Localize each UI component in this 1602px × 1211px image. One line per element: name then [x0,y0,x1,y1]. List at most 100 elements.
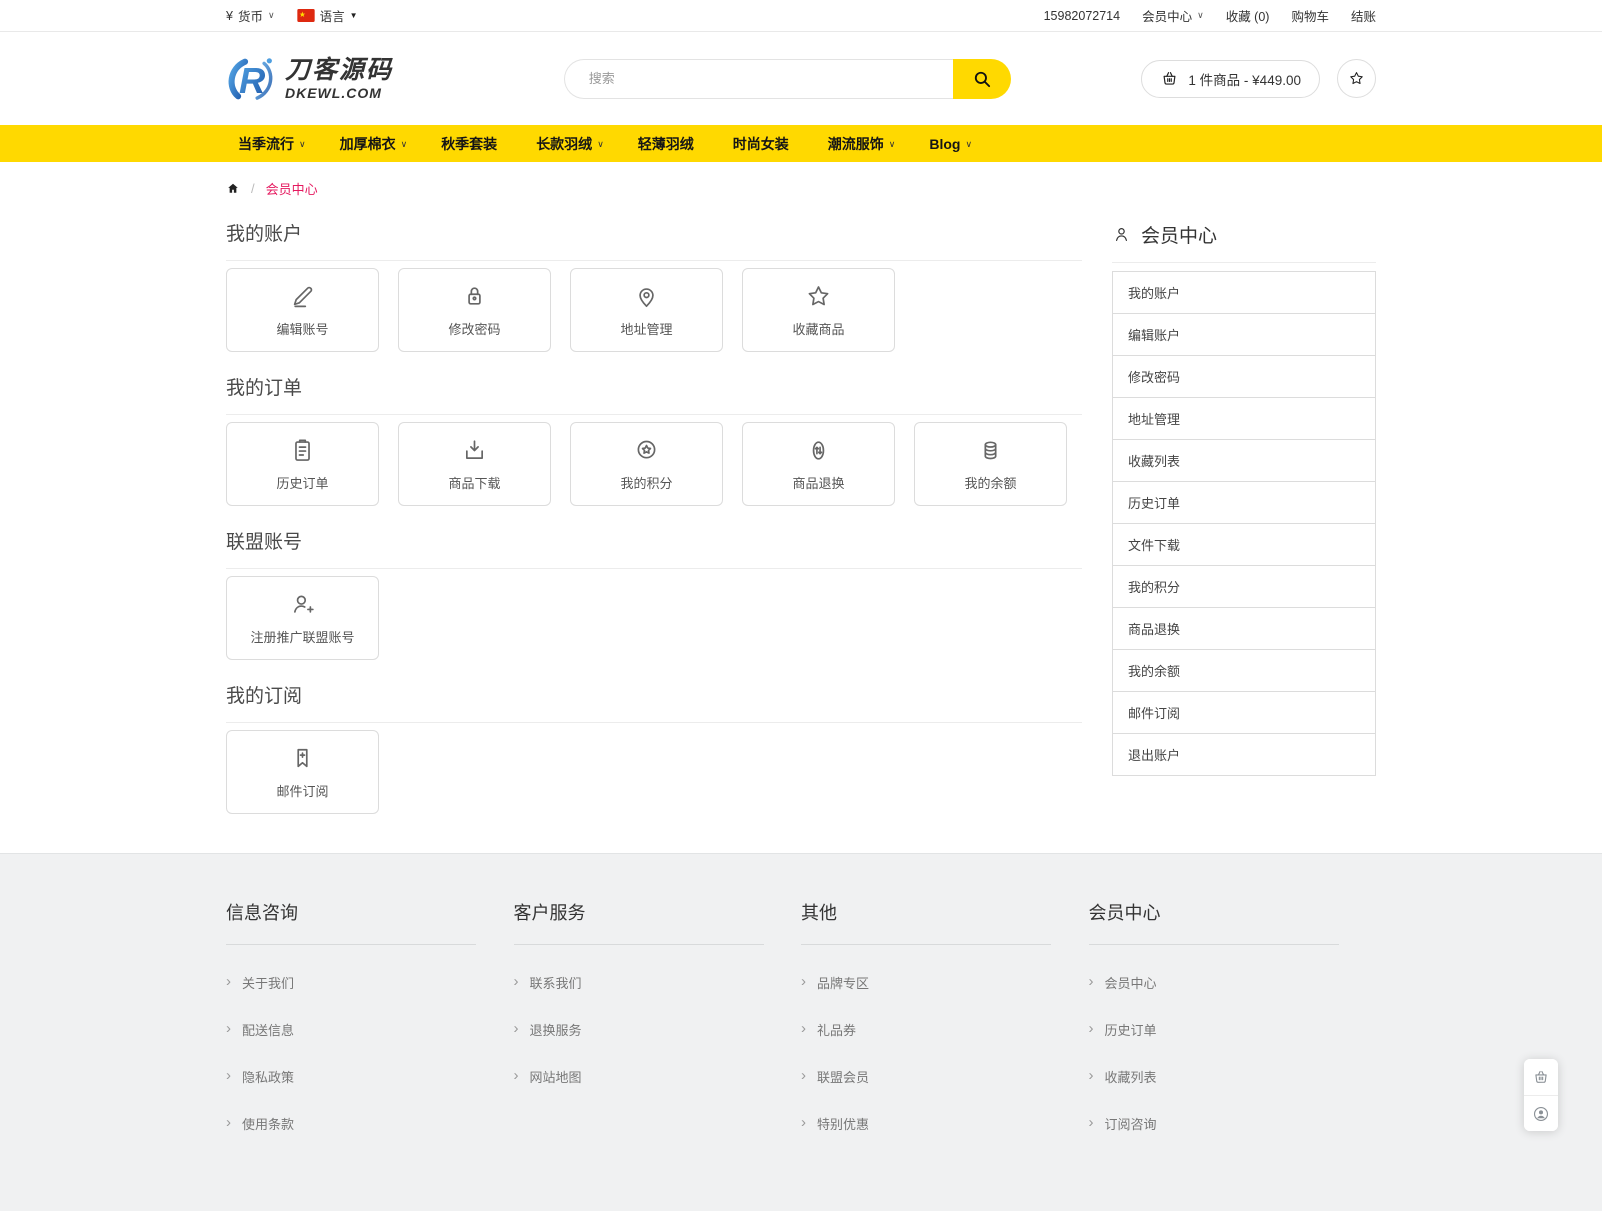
logo-swoosh-icon: R [226,54,278,104]
account-card[interactable]: 收藏商品 [742,268,895,352]
sidebar-item[interactable]: 商品退换 [1113,608,1375,650]
lock-icon [461,283,488,310]
nav-item[interactable]: 潮流服饰 ∨ [811,125,913,162]
nav-item-label: 时尚女装 [733,134,789,154]
card-label: 收藏商品 [792,319,844,338]
chevron-down-icon: ∨ [597,139,604,150]
chevron-down-icon: ∨ [1197,11,1204,20]
logo-subtitle: DKEWL.COM [285,86,393,100]
sidebar-item[interactable]: 我的余额 [1113,650,1375,692]
sidebar-item[interactable]: 地址管理 [1113,398,1375,440]
nav-item[interactable]: 当季流行 ∨ [226,125,323,162]
footer-link[interactable]: › 收藏列表 [1089,1067,1377,1086]
divider [1089,944,1339,945]
footer-link-label: 特别优惠 [817,1114,869,1133]
currency-selector[interactable]: ¥ 货币 ∨ [226,6,275,25]
nav-item[interactable]: 轻薄羽绒 [621,125,716,162]
basket-icon [1532,1068,1550,1086]
user-circle-icon [1532,1105,1550,1123]
footer-column-title: 会员中心 [1089,887,1377,944]
footer-link[interactable]: › 网站地图 [514,1067,802,1086]
account-card[interactable]: 编辑账号 [226,268,379,352]
footer-link-label: 礼品券 [817,1020,856,1039]
floating-cart-button[interactable] [1524,1059,1558,1095]
topbar-checkout[interactable]: 结账 [1351,6,1376,25]
sidebar-title: 会员中心 [1141,221,1217,248]
order-card[interactable]: 商品下载 [398,422,551,506]
order-card[interactable]: 商品退换 [742,422,895,506]
cart-summary-button[interactable]: 1 件商品 - ¥449.00 [1141,60,1320,98]
nav-item-label: Blog [929,136,960,152]
sidebar-item[interactable]: 邮件订阅 [1113,692,1375,734]
nav-item[interactable]: 时尚女装 [716,125,811,162]
sidebar-item[interactable]: 收藏列表 [1113,440,1375,482]
footer-link[interactable]: › 退换服务 [514,1020,802,1039]
topbar-wishlist[interactable]: 收藏 (0) [1226,6,1270,25]
chevron-right-icon: › [226,1115,231,1130]
order-card[interactable]: 我的积分 [570,422,723,506]
main-content: 我的账户 编辑账号 修改密码 地址管理 收藏商品 我的订单 [226,198,1082,814]
sidebar-item[interactable]: 我的账户 [1113,272,1375,314]
card-label: 商品下载 [448,473,500,492]
footer-link[interactable]: › 礼品券 [801,1020,1089,1039]
account-card[interactable]: 修改密码 [398,268,551,352]
bookmark-plus-icon [289,745,316,772]
reward-points-icon [633,437,660,464]
footer-link[interactable]: › 使用条款 [226,1114,514,1133]
sidebar-item[interactable]: 文件下载 [1113,524,1375,566]
footer-link[interactable]: › 特别优惠 [801,1114,1089,1133]
footer-link[interactable]: › 隐私政策 [226,1067,514,1086]
nav-item[interactable]: 长款羽绒 ∨ [519,125,621,162]
language-selector[interactable]: 语言 ▼ [297,6,358,25]
divider [801,944,1051,945]
affiliate-card[interactable]: 注册推广联盟账号 [226,576,379,660]
card-label: 商品退换 [792,473,844,492]
nav-item-label: 秋季套装 [441,134,497,154]
section-title-newsletter: 我的订阅 [226,660,1082,723]
footer-link[interactable]: › 品牌专区 [801,973,1089,992]
nav-item[interactable]: 秋季套装 [424,125,519,162]
chevron-right-icon: › [1089,1115,1094,1130]
breadcrumb-current[interactable]: 会员中心 [266,179,318,198]
chevron-right-icon: › [801,1115,806,1130]
china-flag-icon [297,9,315,22]
nav-item[interactable]: Blog ∨ [912,125,989,162]
chevron-right-icon: › [226,1021,231,1036]
footer-link[interactable]: › 订阅咨询 [1089,1114,1377,1133]
topbar-member-center[interactable]: 会员中心 ∨ [1142,6,1204,25]
account-card[interactable]: 地址管理 [570,268,723,352]
order-card[interactable]: 我的余额 [914,422,1067,506]
footer-link[interactable]: › 配送信息 [226,1020,514,1039]
topbar-cart[interactable]: 购物车 [1291,6,1329,25]
footer-link-label: 使用条款 [242,1114,294,1133]
footer-link[interactable]: › 会员中心 [1089,973,1377,992]
sidebar-item[interactable]: 退出账户 [1113,734,1375,775]
footer-link[interactable]: › 联盟会员 [801,1067,1089,1086]
footer-link[interactable]: › 关于我们 [226,973,514,992]
home-icon[interactable] [226,182,240,195]
section-title-affiliate: 联盟账号 [226,506,1082,569]
chevron-right-icon: › [514,1021,519,1036]
wishlist-button[interactable] [1337,59,1376,98]
footer-link[interactable]: › 联系我们 [514,973,802,992]
chevron-right-icon: › [1089,974,1094,989]
sidebar-item[interactable]: 编辑账户 [1113,314,1375,356]
nav-item[interactable]: 加厚棉衣 ∨ [323,125,425,162]
divider [226,944,476,945]
search-button[interactable] [953,59,1011,99]
order-card[interactable]: 历史订单 [226,422,379,506]
footer-link[interactable]: › 历史订单 [1089,1020,1377,1039]
sidebar-item[interactable]: 我的积分 [1113,566,1375,608]
footer-link-label: 隐私政策 [242,1067,294,1086]
newsletter-card[interactable]: 邮件订阅 [226,730,379,814]
footer-column-service: 客户服务 › 联系我们 › 退换服务 › 网站地图 [514,887,802,1133]
site-logo[interactable]: R 刀客源码 DKEWL.COM [226,54,393,104]
sidebar-item[interactable]: 修改密码 [1113,356,1375,398]
sidebar-item[interactable]: 历史订单 [1113,482,1375,524]
breadcrumb-separator: / [251,181,255,196]
footer-link-label: 订阅咨询 [1105,1114,1157,1133]
search-input[interactable] [564,59,953,99]
footer-column-member: 会员中心 › 会员中心 › 历史订单 › 收藏列表 › 订阅咨询 [1089,887,1377,1133]
logo-title: 刀客源码 [285,58,393,83]
chevron-right-icon: › [514,974,519,989]
